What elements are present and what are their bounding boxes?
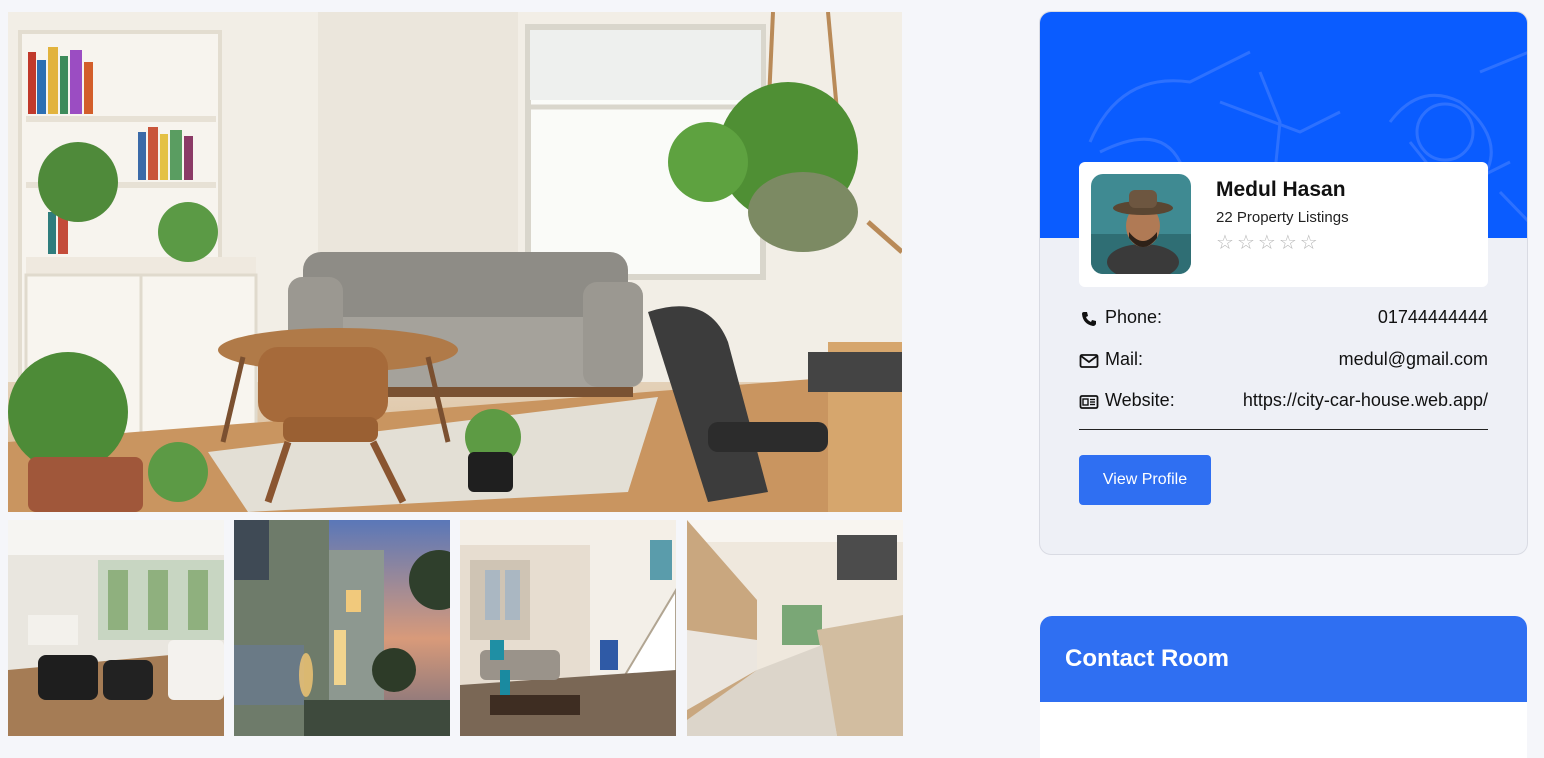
mail-icon	[1079, 354, 1099, 368]
view-profile-button[interactable]: View Profile	[1079, 455, 1211, 505]
thumbnail-image	[234, 520, 450, 736]
website-label: Website:	[1105, 390, 1175, 410]
mail-value[interactable]: medul@gmail.com	[1339, 349, 1488, 370]
phone-icon	[1082, 312, 1096, 326]
main-photo[interactable]	[8, 12, 902, 512]
photo-gallery	[8, 12, 903, 736]
property-listings-count: 22 Property Listings	[1216, 209, 1349, 226]
divider	[1079, 429, 1488, 430]
star-icon: ☆	[1278, 230, 1297, 254]
agent-profile-box: Medul Hasan 22 Property Listings ☆ ☆ ☆ ☆…	[1079, 162, 1488, 287]
star-icon: ☆	[1216, 230, 1234, 254]
thumbnail-image	[460, 520, 676, 736]
avatar[interactable]	[1091, 174, 1191, 274]
living-room-image	[8, 12, 902, 512]
website-row: Website: https://city-car-house.web.app/	[1079, 390, 1488, 414]
thumbnail-interior-stairs[interactable]	[460, 520, 676, 736]
mail-label: Mail:	[1105, 349, 1144, 369]
star-icon: ☆	[1299, 230, 1318, 254]
phone-label: Phone:	[1105, 307, 1163, 327]
agent-card: Medul Hasan 22 Property Listings ☆ ☆ ☆ ☆…	[1039, 11, 1528, 555]
contact-room-title: Contact Room	[1040, 616, 1527, 702]
website-icon	[1079, 395, 1099, 409]
phone-row: Phone: 01744444444	[1079, 307, 1488, 331]
star-icon: ☆	[1257, 230, 1276, 254]
contact-room-card: Contact Room	[1040, 616, 1527, 758]
thumbnail-kitchen[interactable]	[687, 520, 903, 736]
thumbnail-house-exterior[interactable]	[234, 520, 450, 736]
agent-name: Medul Hasan	[1216, 178, 1346, 201]
website-link[interactable]: https://city-car-house.web.app/	[1243, 390, 1488, 411]
thumbnail-strip	[8, 520, 903, 736]
avatar-image	[1091, 174, 1191, 274]
thumbnail-image	[687, 520, 903, 736]
rating-stars: ☆ ☆ ☆ ☆ ☆	[1216, 232, 1318, 252]
thumbnail-image	[8, 520, 224, 736]
mail-row: Mail: medul@gmail.com	[1079, 349, 1488, 373]
phone-value[interactable]: 01744444444	[1378, 307, 1488, 328]
thumbnail-living-room[interactable]	[8, 520, 224, 736]
star-icon: ☆	[1236, 230, 1255, 254]
